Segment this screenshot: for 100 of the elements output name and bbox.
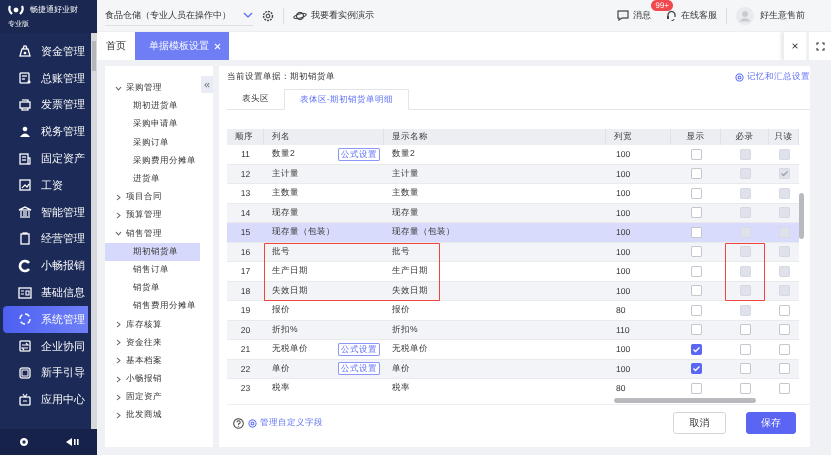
tree-item[interactable]: 资金往来 — [105, 334, 200, 352]
column-name: 数量2 — [272, 148, 295, 160]
checkbox[interactable] — [778, 382, 790, 394]
nav-item[interactable]: 智能管理 — [3, 198, 88, 226]
checkbox[interactable] — [778, 304, 790, 316]
checkbox[interactable] — [690, 324, 702, 336]
checkbox[interactable] — [690, 168, 702, 180]
nav-item[interactable]: 税务管理 — [3, 118, 88, 146]
collapse-button[interactable]: « — [201, 76, 213, 93]
table-row[interactable]: 12 主计量 主计量 100 — [227, 164, 799, 184]
tree-item[interactable]: 销售管理 — [105, 224, 200, 243]
tree-item[interactable]: 预算管理 — [105, 206, 200, 224]
user-menu[interactable]: 好生意售前 — [736, 6, 805, 24]
checkbox[interactable] — [778, 363, 790, 374]
checkbox[interactable] — [690, 363, 702, 374]
chevron-right-icon — [115, 412, 122, 419]
scrollbar[interactable] — [91, 33, 97, 429]
nav-item[interactable]: 新手引导 — [3, 360, 88, 386]
formula-button[interactable]: 公式设置 — [338, 342, 380, 356]
nav-item[interactable]: 资金管理 — [3, 38, 88, 65]
manage-fields-link[interactable]: 管理自定义字段 — [248, 417, 323, 429]
nav-item[interactable]: 系统管理 — [3, 306, 88, 333]
checkbox[interactable] — [778, 344, 790, 355]
table-row[interactable]: 14 现存量 现存量 100 — [227, 204, 799, 223]
tree-item[interactable]: 销货单 — [105, 279, 200, 298]
column-header: 显示 — [671, 129, 721, 145]
tree-item[interactable]: 期初销货单 — [105, 242, 200, 261]
checkbox[interactable] — [740, 363, 750, 374]
tree-item[interactable]: 销售订单 — [105, 260, 200, 280]
tree-item[interactable]: 采购管理 — [105, 79, 200, 98]
row-number: 11 — [241, 149, 250, 160]
tree-item[interactable]: 销售费用分摊单 — [105, 297, 200, 316]
checkbox[interactable] — [690, 148, 702, 160]
messages-button[interactable]: 消息 — [617, 9, 651, 22]
checkbox[interactable] — [778, 324, 790, 336]
tree-item[interactable]: 项目合同 — [105, 188, 200, 206]
checkbox[interactable] — [690, 207, 702, 218]
org-select[interactable]: 食品仓储（专业人员在操作中） — [105, 5, 253, 26]
building-icon — [18, 152, 32, 166]
area-tab[interactable]: 表头区 — [227, 89, 284, 109]
help-icon[interactable] — [233, 418, 244, 428]
nav-item[interactable]: 应用中心 — [3, 386, 88, 414]
checkbox[interactable] — [740, 324, 750, 336]
checkbox[interactable] — [690, 266, 702, 277]
nav-item[interactable]: 小畅报销 — [3, 252, 88, 280]
nav-item[interactable]: 总账管理 — [3, 64, 88, 92]
tree-item[interactable]: 库存核算 — [105, 315, 200, 334]
column-width: 100 — [616, 246, 630, 257]
tree-item[interactable]: 批发商城 — [105, 406, 200, 425]
checkbox[interactable] — [690, 304, 702, 316]
page-tab[interactable]: 单据模板设置 — [135, 32, 229, 60]
column-header: 只读 — [769, 129, 799, 145]
table-row[interactable]: 16 批号 批号 100 — [227, 242, 799, 262]
nav-item[interactable]: 经营管理 — [3, 226, 88, 252]
table-row[interactable]: 20 折扣% 折扣% 110 — [227, 320, 799, 340]
table-row[interactable]: 22 单价 公式设置 单价 100 — [227, 360, 799, 379]
save-button[interactable]: 保存 — [746, 412, 796, 434]
table-row[interactable]: 15 现存量（包装） 现存量（包装） 100 — [227, 223, 799, 242]
display-name: 税率 — [392, 382, 410, 394]
nav-item[interactable]: 企业协同 — [3, 332, 88, 360]
tree-item[interactable]: 固定资产 — [105, 388, 200, 406]
nav-item[interactable]: 发票管理 — [3, 92, 88, 118]
table-row[interactable]: 18 失效日期 失效日期 100 — [227, 282, 799, 301]
demo-link[interactable]: 我要看实例演示 — [293, 9, 374, 22]
checkbox[interactable] — [690, 382, 702, 394]
checkbox[interactable] — [690, 188, 702, 199]
settings-icon[interactable] — [262, 10, 274, 22]
memory-settings-link[interactable]: 记忆和汇总设置 — [735, 71, 810, 83]
cancel-button[interactable]: 取消 — [673, 412, 726, 434]
tree-item[interactable]: 采购申请单 — [105, 115, 200, 134]
checkbox[interactable] — [690, 344, 702, 355]
checkbox[interactable] — [740, 382, 750, 394]
checkbox[interactable] — [690, 285, 702, 296]
formula-button[interactable]: 公式设置 — [338, 148, 380, 161]
gear-icon[interactable] — [18, 436, 30, 448]
page-tab[interactable]: 首页 — [97, 32, 135, 60]
tree-item[interactable]: 小畅报销 — [105, 370, 200, 388]
nav-item[interactable]: 基础信息 — [3, 279, 88, 306]
chevron-right-icon — [115, 212, 122, 219]
checkbox[interactable] — [740, 344, 750, 355]
column-name: 批号 — [272, 246, 290, 258]
tree-item[interactable]: 采购订单 — [105, 134, 200, 152]
formula-button[interactable]: 公式设置 — [338, 362, 380, 376]
collapse-icon[interactable] — [65, 436, 80, 448]
tree-item[interactable]: 基本档案 — [105, 352, 200, 370]
close-icon[interactable] — [214, 42, 221, 50]
checkbox[interactable] — [690, 246, 702, 258]
checkbox[interactable] — [690, 226, 702, 238]
column-width: 80 — [616, 305, 626, 316]
tree-item[interactable]: 采购费用分摊单 — [105, 152, 200, 170]
nav-item[interactable]: 固定资产 — [3, 145, 88, 172]
nav-item[interactable]: 工资 — [3, 172, 88, 199]
service-button[interactable]: 在线客服 — [666, 9, 717, 22]
tree-item[interactable]: 期初进货单 — [105, 97, 200, 116]
area-tab[interactable]: 表体区-期初销货单明细 — [284, 89, 409, 110]
tree-item[interactable]: 进货单 — [105, 170, 200, 188]
scrollbar[interactable] — [614, 398, 756, 403]
scrollbar[interactable] — [799, 193, 804, 239]
brand-name: 畅捷通好业财 — [30, 4, 79, 16]
logo-icon — [8, 4, 24, 16]
